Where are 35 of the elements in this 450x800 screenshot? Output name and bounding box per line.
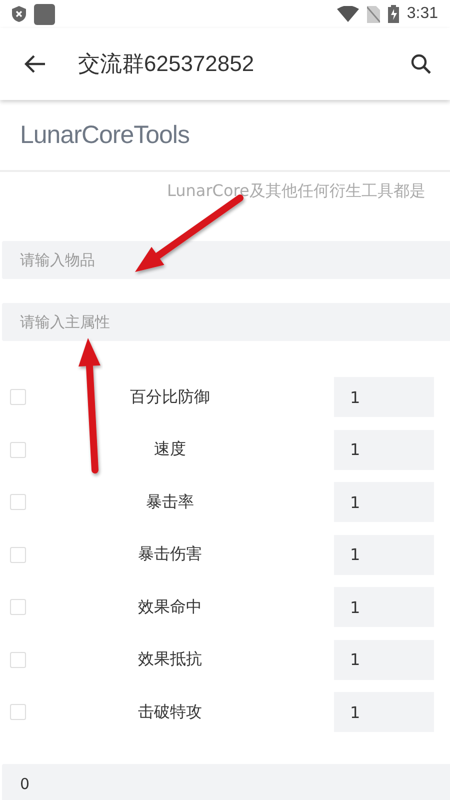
stat-label: 效果抵抗	[137, 649, 203, 670]
checkbox[interactable]	[10, 442, 26, 458]
checkbox[interactable]	[10, 704, 26, 720]
stat-label: 效果命中	[137, 596, 203, 618]
notice-text: LunarCore及其他任何衍生工具都是	[167, 180, 426, 202]
app-bar-title: 交流群625372852	[78, 50, 256, 78]
checkbox[interactable]	[10, 494, 26, 510]
back-arrow-icon	[24, 54, 46, 74]
number-field[interactable]: 1	[334, 377, 434, 418]
page-title: LunarCoreTools	[20, 120, 190, 150]
checkbox[interactable]	[10, 546, 26, 563]
checkbox[interactable]	[10, 599, 26, 616]
stat-label: 暴击率	[145, 492, 195, 513]
checkbox[interactable]	[10, 389, 26, 406]
shield-icon	[12, 6, 26, 22]
no-sim-icon	[366, 6, 380, 22]
number-field[interactable]: 1	[334, 534, 434, 575]
stat-label: 百分比防御	[129, 386, 211, 408]
number-field[interactable]: 1	[334, 640, 434, 680]
app-icon	[34, 4, 55, 24]
number-field[interactable]: 1	[334, 482, 434, 522]
battery-icon	[388, 5, 399, 23]
input-field[interactable]: 0	[2, 764, 450, 800]
input-field[interactable]: 请输入物品	[2, 241, 450, 279]
clock-time: 3:31	[406, 5, 438, 23]
stat-label: 击破特攻	[137, 702, 203, 723]
input-field[interactable]: 请输入主属性	[2, 303, 450, 341]
stat-label: 速度	[153, 439, 187, 460]
stat-label: 暴击伤害	[137, 544, 203, 566]
number-field[interactable]: 1	[334, 692, 434, 732]
number-field[interactable]: 1	[334, 587, 434, 628]
wifi-icon	[336, 6, 359, 22]
number-field[interactable]: 1	[334, 430, 434, 470]
search-icon	[410, 53, 432, 75]
checkbox[interactable]	[10, 652, 26, 668]
